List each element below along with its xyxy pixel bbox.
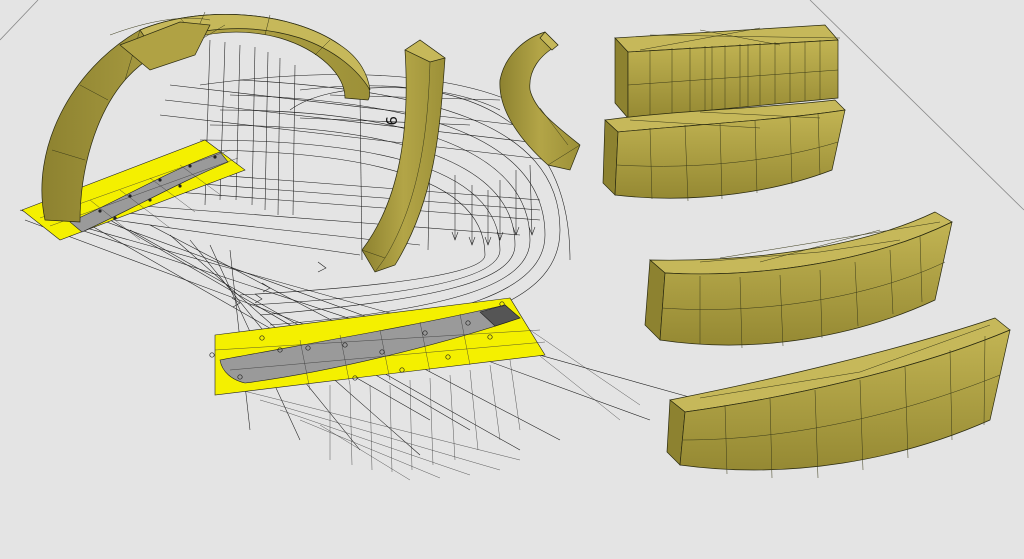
template-lower xyxy=(209,297,546,396)
small-rib-segment xyxy=(499,31,581,171)
view-label: 9 xyxy=(382,116,400,126)
construction-lines xyxy=(19,39,701,481)
modeling-viewport: 9 xyxy=(0,0,1024,481)
upright-rib-curved xyxy=(361,39,446,273)
block-curved-medium xyxy=(644,211,953,349)
